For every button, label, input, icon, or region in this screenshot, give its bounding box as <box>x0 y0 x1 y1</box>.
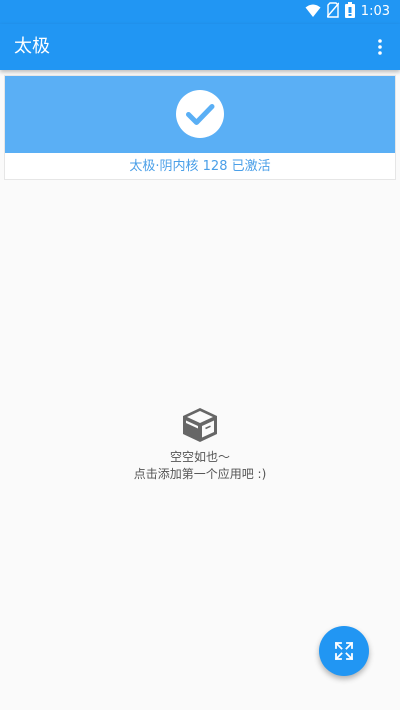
battery-icon <box>344 2 355 22</box>
no-sim-icon <box>326 2 340 22</box>
app-title: 太极 <box>14 36 50 57</box>
status-time: 1:03 <box>360 4 390 19</box>
empty-state-hint: 点击添加第一个应用吧 :) <box>133 467 267 481</box>
add-app-fab[interactable] <box>319 626 369 676</box>
status-banner <box>5 76 395 153</box>
app-bar: 太极 <box>0 24 400 70</box>
activation-status-text: 太极·阴内核 128 已激活 <box>129 159 271 174</box>
empty-state-title: 空空如也～ <box>169 450 230 464</box>
status-bar: 1:03 <box>0 0 400 24</box>
wifi-icon <box>305 3 321 22</box>
activation-status-card[interactable]: 太极·阴内核 128 已激活 <box>4 75 396 180</box>
more-vert-icon <box>378 39 382 55</box>
expand-icon <box>335 642 353 660</box>
overflow-menu-button[interactable] <box>368 35 392 59</box>
check-icon <box>176 90 224 138</box>
box-icon <box>183 408 217 442</box>
empty-state: 空空如也～ 点击添加第一个应用吧 :) <box>0 406 400 483</box>
status-icons: 1:03 <box>305 2 390 22</box>
